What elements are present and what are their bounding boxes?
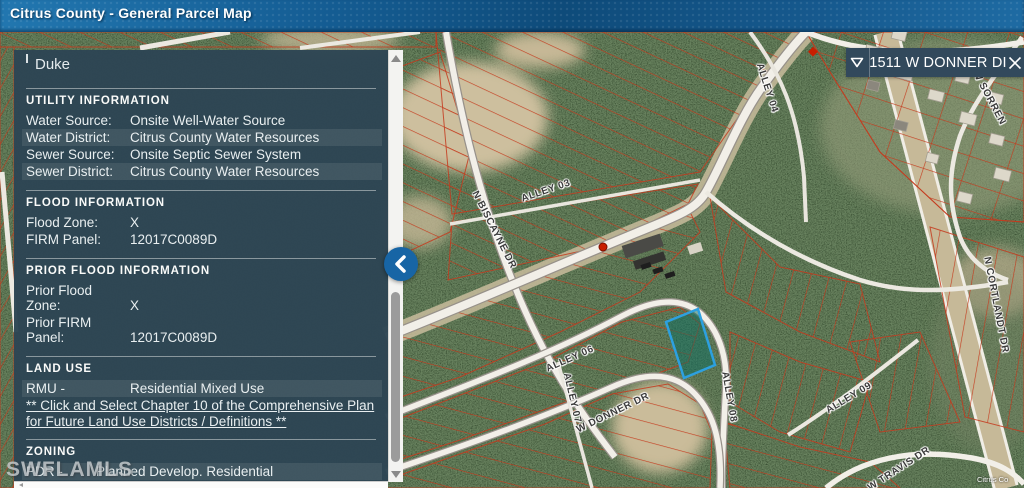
search-clear-button[interactable] bbox=[1007, 48, 1024, 77]
scroll-down-arrow-icon[interactable] bbox=[391, 471, 401, 478]
info-row: Sewer Source:Onsite Septic Sewer System bbox=[22, 146, 382, 163]
info-panel: Duke UTILITY INFORMATIONWater Source:Ons… bbox=[14, 50, 388, 482]
row-value: X bbox=[130, 215, 139, 230]
info-row: Prior Flood Zone:X bbox=[22, 282, 382, 314]
row-label: Flood Zone: bbox=[26, 215, 130, 230]
scroll-up-arrow-icon[interactable] bbox=[391, 55, 401, 62]
panel-horizontal-scrollbar[interactable] bbox=[14, 481, 388, 488]
triangle-down-icon bbox=[850, 57, 864, 68]
info-row: Water Source:Onsite Well-Water Source bbox=[22, 112, 382, 129]
row-label: Water Source: bbox=[26, 113, 130, 128]
row-label: Prior Flood Zone: bbox=[26, 283, 130, 313]
info-row: Sewer District:Citrus County Water Resou… bbox=[22, 163, 382, 180]
section-title: PRIOR FLOOD INFORMATION bbox=[26, 265, 376, 277]
scrollbar-thumb[interactable] bbox=[391, 292, 400, 462]
map-attribution: Citrus Co bbox=[977, 475, 1008, 484]
search-dropdown-button[interactable] bbox=[846, 48, 869, 77]
panel-section: PRIOR FLOOD INFORMATION Prior Flood Zone:… bbox=[26, 258, 376, 346]
panel-collapse-button[interactable] bbox=[384, 247, 418, 281]
row-label: FIRM Panel: bbox=[26, 232, 130, 247]
row-label: Sewer District: bbox=[26, 164, 130, 179]
row-value: Citrus County Water Resources bbox=[130, 164, 319, 179]
map-marker bbox=[599, 243, 607, 251]
info-row: RMU -Residential Mixed Use bbox=[22, 380, 382, 397]
row-value: X bbox=[130, 298, 139, 313]
panel-section: UTILITY INFORMATION Water Source:Onsite W… bbox=[26, 88, 376, 180]
row-label: Sewer Source: bbox=[26, 147, 130, 162]
panel-section: FLOOD INFORMATION Flood Zone:XFIRM Panel:… bbox=[26, 190, 376, 248]
section-link[interactable]: ** Click and Select Chapter 10 of the Co… bbox=[26, 398, 376, 429]
panel-section: LAND USE RMU -Residential Mixed Use ** Cli… bbox=[26, 356, 376, 429]
chevron-left-icon bbox=[386, 247, 416, 281]
row-value: Residential Mixed Use bbox=[130, 381, 264, 396]
row-value: 12017C0089D bbox=[130, 232, 217, 247]
section-title: LAND USE bbox=[26, 363, 376, 375]
row-label: RMU - bbox=[26, 381, 130, 396]
row-value: Onsite Septic Sewer System bbox=[130, 147, 301, 162]
info-row: FIRM Panel:12017C0089D bbox=[22, 231, 382, 248]
panel-sections: UTILITY INFORMATION Water Source:Onsite W… bbox=[26, 88, 382, 482]
search-input[interactable]: 1511 W DONNER DI bbox=[869, 55, 1007, 71]
close-icon bbox=[1008, 56, 1022, 70]
row-value: Citrus County Water Resources bbox=[130, 130, 319, 145]
page-title: Citrus County - General Parcel Map bbox=[0, 0, 1024, 21]
info-row: Prior FIRM Panel:12017C0089D bbox=[22, 314, 382, 346]
scroll-left-arrow-icon[interactable] bbox=[19, 483, 23, 487]
watermark: SWFLAMLS bbox=[6, 458, 133, 482]
row-value: 12017C0089D bbox=[130, 330, 217, 345]
info-row: Flood Zone:X bbox=[22, 214, 382, 231]
section-title: ZONING bbox=[26, 446, 376, 458]
info-row: Water District:Citrus County Water Resou… bbox=[22, 129, 382, 146]
section-title: FLOOD INFORMATION bbox=[26, 197, 376, 209]
search-box[interactable]: 1511 W DONNER DI bbox=[846, 48, 1024, 77]
clipped-text-tick bbox=[26, 54, 28, 63]
section-title: UTILITY INFORMATION bbox=[26, 95, 376, 107]
row-label: Prior FIRM Panel: bbox=[26, 315, 130, 345]
app-header: Citrus County - General Parcel Map bbox=[0, 0, 1024, 32]
partial-top-text: Duke bbox=[26, 56, 382, 78]
row-value: Onsite Well-Water Source bbox=[130, 113, 285, 128]
row-label: Water District: bbox=[26, 130, 130, 145]
app-window: N BISCAYNE DRALLEY 03ALLEY 04W SORRENALL… bbox=[0, 0, 1024, 488]
